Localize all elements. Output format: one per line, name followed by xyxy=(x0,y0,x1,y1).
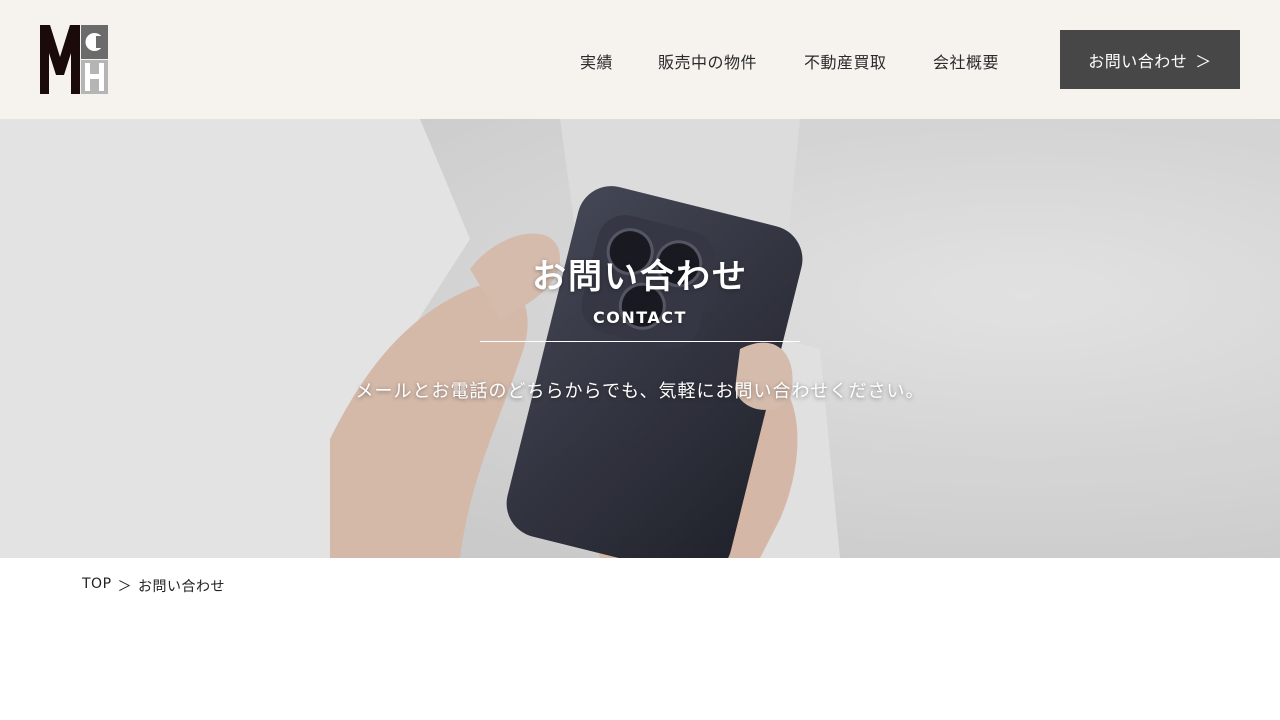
breadcrumb-current: お問い合わせ xyxy=(138,579,226,595)
hero-background-photo xyxy=(0,119,1280,558)
contact-button[interactable]: お問い合わせ ＞ xyxy=(1060,30,1240,89)
breadcrumb-separator: ＞ xyxy=(117,579,133,595)
chevron-right-icon: ＞ xyxy=(1195,51,1212,71)
site-header: 実績 販売中の物件 不動産買取 会社概要 お問い合わせ ＞ xyxy=(0,0,1280,119)
nav-item-real-estate-purchase[interactable]: 不動産買取 xyxy=(804,49,887,73)
breadcrumb: TOP ＞ お問い合わせ xyxy=(82,576,225,596)
nav-item-properties-for-sale[interactable]: 販売中の物件 xyxy=(658,49,757,73)
nav-item-company-profile[interactable]: 会社概要 xyxy=(933,49,999,73)
title-divider xyxy=(480,341,800,342)
page-title: お問い合わせ xyxy=(532,257,748,297)
breadcrumb-home-link[interactable]: TOP xyxy=(82,576,112,596)
hero-description: メールとお電話のどちらからでも、気軽にお問い合わせください。 xyxy=(355,381,925,402)
hero-banner: お問い合わせ CONTACT メールとお電話のどちらからでも、気軽にお問い合わせ… xyxy=(0,119,1280,558)
nav-item-works[interactable]: 実績 xyxy=(580,49,613,73)
page-subtitle: CONTACT xyxy=(593,308,687,327)
contact-button-label: お問い合わせ xyxy=(1088,51,1188,71)
